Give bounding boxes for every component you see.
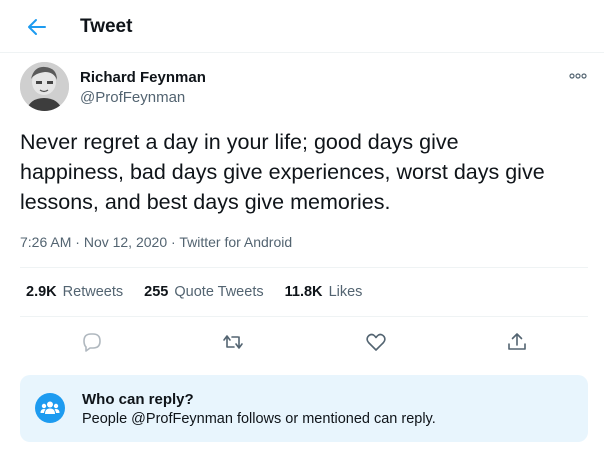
tweet-date[interactable]: Nov 12, 2020 — [84, 234, 167, 250]
who-can-reply-box: Who can reply? People @ProfFeynman follo… — [20, 375, 588, 442]
tweet-actions — [20, 326, 588, 358]
likes-label: Likes — [328, 284, 363, 300]
tweet-text-line: lessons, and best days give memories. — [20, 190, 391, 214]
retweets-count: 2.9K — [26, 284, 57, 300]
divider — [20, 267, 588, 268]
likes-stat[interactable]: 11.8K Likes — [285, 284, 363, 300]
meta-separator: · — [75, 234, 80, 250]
tweet-stats: 2.9K Retweets 255 Quote Tweets 11.8K Lik… — [26, 284, 379, 300]
quote-tweets-label: Quote Tweets — [174, 284, 264, 300]
tweet-text-line: happiness, bad days give experiences, wo… — [20, 160, 545, 184]
page-title: Tweet — [80, 16, 133, 37]
divider — [20, 316, 588, 317]
avatar[interactable] — [20, 62, 69, 111]
reply-icon[interactable] — [78, 328, 106, 356]
who-can-reply-title: Who can reply? — [82, 391, 194, 408]
header-bar: Tweet — [0, 0, 604, 53]
tweet-meta: 7:26 AM · Nov 12, 2020 · Twitter for And… — [20, 234, 292, 250]
more-options-icon[interactable] — [566, 68, 590, 84]
tweet-text: Never regret a day in your life; good da… — [20, 127, 585, 217]
who-can-reply-description: People @ProfFeynman follows or mentioned… — [82, 411, 436, 427]
tweet-author: Richard Feynman @ProfFeynman — [20, 62, 590, 118]
like-icon[interactable] — [362, 328, 390, 356]
meta-separator: · — [171, 234, 176, 250]
retweets-label: Retweets — [62, 284, 124, 300]
back-arrow-icon[interactable] — [22, 12, 52, 42]
tweet-source[interactable]: Twitter for Android — [179, 234, 292, 250]
author-name[interactable]: Richard Feynman — [80, 69, 206, 86]
tweet-time[interactable]: 7:26 AM — [20, 234, 71, 250]
quote-tweets-stat[interactable]: 255 Quote Tweets — [144, 284, 263, 300]
retweets-stat[interactable]: 2.9K Retweets — [26, 284, 123, 300]
likes-count: 11.8K — [284, 284, 323, 300]
author-handle[interactable]: @ProfFeynman — [80, 89, 185, 106]
retweet-icon[interactable] — [219, 328, 247, 356]
quote-tweets-count: 255 — [144, 284, 169, 300]
share-icon[interactable] — [503, 328, 531, 356]
tweet-text-line: Never regret a day in your life; good da… — [20, 130, 459, 154]
people-icon — [35, 393, 65, 423]
